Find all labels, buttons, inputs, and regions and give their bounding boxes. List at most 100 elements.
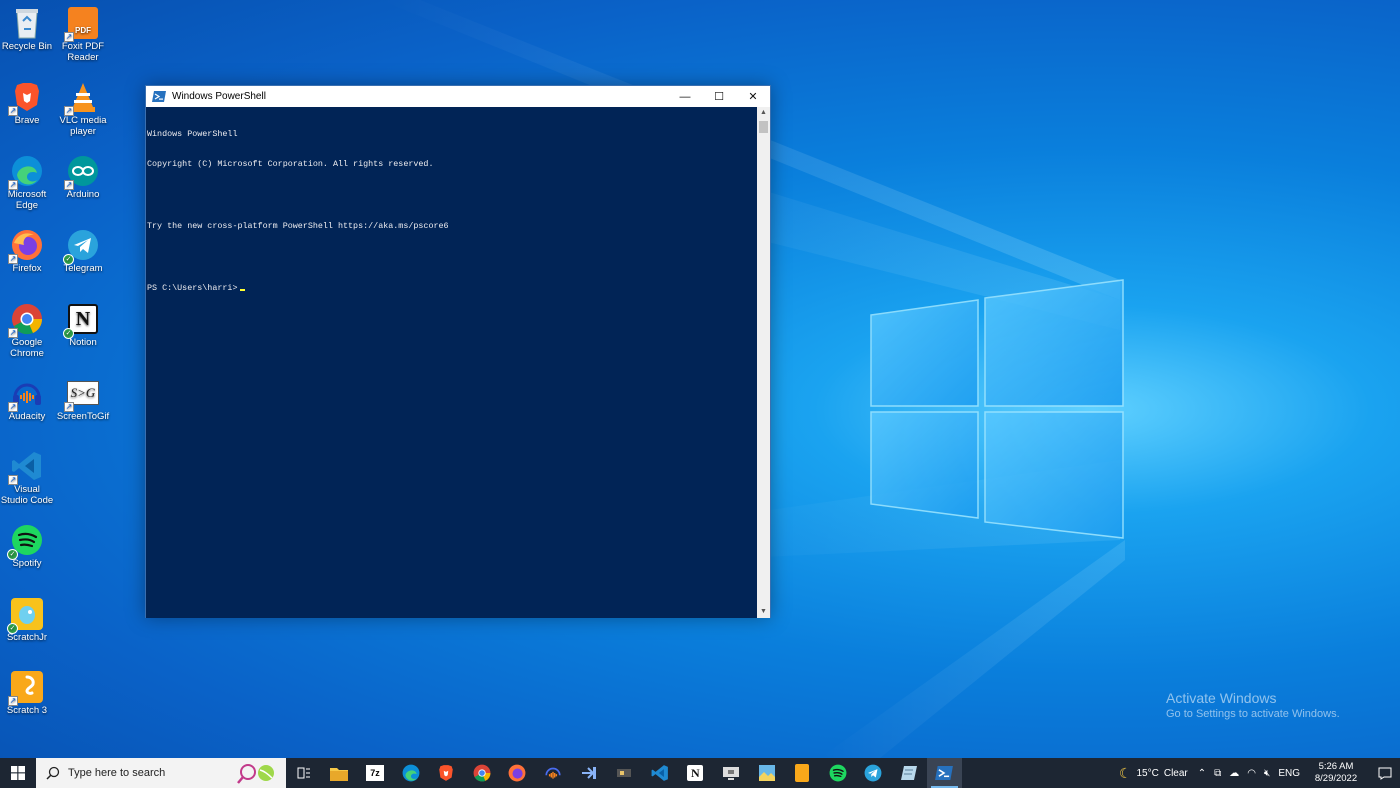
desktop-icon-label: Foxit PDF Reader	[61, 41, 105, 63]
taskbar-7zip[interactable]: 7z	[357, 758, 393, 788]
taskbar-paint[interactable]	[749, 758, 785, 788]
watermark-subtitle: Go to Settings to activate Windows.	[1166, 708, 1340, 720]
taskbar-spotify[interactable]	[820, 758, 856, 788]
vlc-icon: ↗	[64, 80, 100, 116]
taskbar-vscode[interactable]	[642, 758, 678, 788]
start-button[interactable]	[0, 758, 36, 788]
desktop-icon-edge[interactable]: ↗ Microsoft Edge	[0, 154, 54, 211]
desktop-icon-firefox[interactable]: ↗ Firefox	[0, 228, 54, 275]
desktop-icon-label: Microsoft Edge	[7, 189, 47, 211]
taskbar-app-3[interactable]	[891, 758, 927, 788]
console-line: Try the new cross-platform PowerShell ht…	[147, 221, 449, 232]
desktop-icon-label: Telegram	[63, 263, 103, 274]
brave-icon: ↗	[8, 80, 44, 116]
paint-icon	[758, 765, 775, 781]
desktop-icon-label: ScreenToGif	[56, 411, 110, 422]
desktop-icon-telegram[interactable]: ✓ Telegram	[56, 228, 110, 275]
minimize-button[interactable]: —	[668, 86, 702, 107]
desktop-icon-label: Notion	[69, 337, 97, 348]
taskbar-brave[interactable]	[428, 758, 464, 788]
desktop-icon-vlc[interactable]: ↗ VLC media player	[56, 80, 110, 137]
system-tray: ☾ 15°C Clear ⌃ ⧉ ☁ ◠ 🔇︎ ENG 5:26 AM 8/29…	[1119, 758, 1400, 788]
taskbar-edge[interactable]	[393, 758, 429, 788]
taskbar-chrome[interactable]	[464, 758, 500, 788]
scroll-down-icon[interactable]: ▼	[757, 606, 770, 618]
maximize-button[interactable]: ☐	[702, 86, 736, 107]
desktop-icon-chrome[interactable]: ↗ Google Chrome	[0, 302, 54, 359]
desktop-icon-label: Firefox	[12, 263, 42, 274]
brave-icon	[439, 765, 453, 781]
desktop-icon-label: Google Chrome	[10, 337, 44, 359]
desktop-icon-label: Recycle Bin	[1, 41, 53, 52]
desktop-icon-spotify[interactable]: ✓ Spotify	[0, 523, 54, 570]
window-titlebar[interactable]: Windows PowerShell — ☐ ✕	[146, 86, 770, 107]
desktop-icon-brave[interactable]: ↗ Brave	[0, 80, 54, 127]
taskbar-clock[interactable]: 5:26 AM 8/29/2022	[1310, 761, 1362, 785]
weather-temp: 15°C	[1136, 767, 1159, 779]
desktop-icon-scratchjr[interactable]: ✓ ScratchJr	[0, 597, 54, 644]
scrollbar-thumb[interactable]	[759, 121, 768, 133]
desktop-icon-foxit[interactable]: PDF ↗ Foxit PDF Reader	[56, 6, 110, 63]
console-prompt: PS C:\Users\harri>	[147, 283, 238, 294]
arduino-icon: ↗	[64, 154, 100, 190]
desktop-icon-vscode[interactable]: ↗ Visual Studio Code	[0, 449, 54, 506]
taskbar-notion[interactable]: N	[678, 758, 714, 788]
taskbar-powershell[interactable]	[926, 758, 963, 788]
powershell-window[interactable]: Windows PowerShell — ☐ ✕ Windows PowerSh…	[145, 85, 771, 618]
taskbar: Type here to search 7z N ☾ 15°C Clear ⌃ …	[0, 758, 1400, 788]
search-highlight-icon	[237, 764, 274, 784]
notification-button[interactable]	[1374, 767, 1396, 780]
moon-icon: ☾	[1118, 764, 1132, 781]
console-prompt-line[interactable]: PS C:\Users\harri>	[147, 283, 757, 293]
taskbar-file-explorer[interactable]	[322, 758, 358, 788]
telegram-icon: ✓	[63, 228, 100, 265]
taskbar-telegram[interactable]	[856, 758, 892, 788]
vertical-scrollbar[interactable]: ▲ ▼	[757, 107, 770, 618]
desktop-icon-label: VLC media player	[59, 115, 107, 137]
desktop-icon-scratch3[interactable]: ↗ Scratch 3	[0, 670, 54, 717]
desktop-icon-label: Brave	[14, 115, 40, 126]
weather-widget[interactable]: ☾ 15°C Clear	[1119, 765, 1188, 782]
meet-now-icon[interactable]: ⧉	[1214, 768, 1221, 779]
volume-muted-icon[interactable]: 🔇︎	[1264, 768, 1270, 779]
chevron-up-icon[interactable]: ⌃	[1198, 768, 1206, 779]
desktop-icon-recycle-bin[interactable]: Recycle Bin	[0, 6, 54, 53]
taskbar-search-box[interactable]: Type here to search	[36, 758, 286, 788]
search-placeholder: Type here to search	[68, 767, 166, 779]
scroll-up-icon[interactable]: ▲	[757, 107, 770, 119]
audacity-icon: ↗	[8, 376, 44, 412]
taskbar-screen[interactable]	[713, 758, 749, 788]
desktop-icon-label: Spotify	[12, 558, 42, 569]
console-output[interactable]: Windows PowerShell Copyright (C) Microso…	[146, 107, 758, 618]
taskbar-scratch[interactable]	[784, 758, 820, 788]
close-button[interactable]: ✕	[736, 86, 770, 107]
telegram-icon	[864, 764, 882, 782]
taskbar-audacity[interactable]	[535, 758, 571, 788]
taskbar-firefox[interactable]	[500, 758, 536, 788]
spotify-icon: ✓	[7, 523, 44, 560]
desktop-icon-screentogif[interactable]: S>G ↗ ScreenToGif	[56, 376, 110, 423]
firefox-icon: ↗	[8, 228, 44, 264]
watermark-title: Activate Windows	[1166, 690, 1277, 706]
notion-icon: N	[687, 765, 704, 781]
desktop-icon-arduino[interactable]: ↗ Arduino	[56, 154, 110, 201]
clock-time: 5:26 AM	[1318, 761, 1354, 772]
desktop-icon-audacity[interactable]: ↗ Audacity	[0, 376, 54, 423]
screen-icon	[722, 766, 739, 780]
task-view-button[interactable]	[286, 758, 322, 788]
scratchjr-icon: ✓	[7, 597, 44, 634]
7zip-icon: 7z	[365, 765, 384, 781]
taskbar-app-2[interactable]	[606, 758, 642, 788]
powershell-icon	[935, 766, 954, 780]
wifi-icon[interactable]: ◠	[1247, 768, 1256, 779]
taskbar-app[interactable]	[571, 758, 607, 788]
search-icon	[46, 766, 60, 780]
language-indicator[interactable]: ENG	[1278, 768, 1300, 779]
notion-icon: N ✓	[63, 302, 100, 339]
vscode-icon	[651, 765, 668, 781]
scratch-icon	[795, 764, 810, 782]
desktop-icon-label: Audacity	[8, 411, 46, 422]
desktop-icon-notion[interactable]: N ✓ Notion	[56, 302, 110, 349]
cloud-icon[interactable]: ☁	[1229, 768, 1239, 779]
